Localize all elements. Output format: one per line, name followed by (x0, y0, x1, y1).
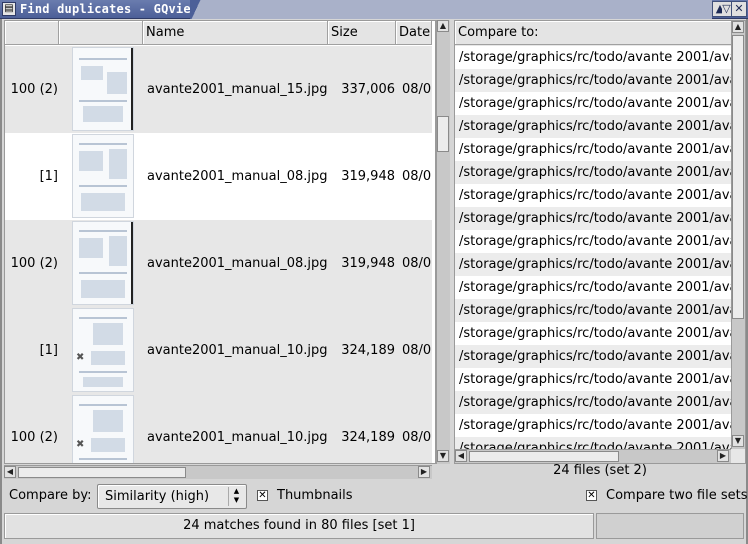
list-item[interactable]: /storage/graphics/rc/todo/avante 2001/av… (455, 345, 731, 368)
rank-cell: 100 (2) (10, 256, 58, 271)
rank-cell: [1] (39, 169, 58, 184)
progress-area (596, 513, 744, 539)
scroll-right-icon[interactable]: ▶ (717, 450, 729, 462)
size-cell: 319,948 (341, 256, 395, 271)
title-bar[interactable]: ▤ Find duplicates - GQview ▲ ▽ ✕ (0, 0, 748, 19)
column-header-date[interactable]: Date (396, 21, 432, 45)
list-item[interactable]: /storage/graphics/rc/todo/avante 2001/av… (455, 322, 731, 345)
scroll-down-icon[interactable]: ▼ (732, 435, 744, 447)
window-title: Find duplicates - GQview (20, 2, 199, 16)
scroll-right-icon[interactable]: ▶ (418, 466, 430, 478)
rank-cell: 100 (2) (10, 430, 58, 445)
list-item[interactable]: /storage/graphics/rc/todo/avante 2001/av… (455, 437, 731, 449)
list-item[interactable]: /storage/graphics/rc/todo/avante 2001/av… (455, 184, 731, 207)
scroll-thumb[interactable] (732, 35, 744, 319)
column-header-name[interactable]: Name (143, 21, 328, 45)
filename-cell: avante2001_manual_10.jpg (147, 343, 327, 358)
list-item[interactable]: /storage/graphics/rc/todo/avante 2001/av… (455, 138, 731, 161)
duplicates-list[interactable]: Name Size Date 100 (2) avante2001_manual… (4, 20, 436, 464)
scroll-up-icon[interactable]: ▲ (437, 20, 449, 32)
close-icon[interactable]: ✕ (731, 1, 747, 17)
list-item[interactable]: /storage/graphics/rc/todo/avante 2001/av… (455, 299, 731, 322)
right-vertical-scrollbar[interactable]: ▲ ▼ (731, 21, 745, 449)
title-bar-fill (202, 0, 712, 19)
date-cell: 08/0( (402, 343, 432, 358)
date-cell: 08/0( (402, 169, 432, 184)
rank-cell: 100 (2) (10, 82, 58, 97)
right-horizontal-scrollbar[interactable]: ◀ ▶ (455, 449, 731, 463)
scroll-thumb[interactable] (437, 116, 449, 152)
table-row[interactable]: 100 (2) ✖ avante2001_manual_10.jpg 324,1… (5, 394, 432, 463)
list-item[interactable]: /storage/graphics/rc/todo/avante 2001/av… (455, 414, 731, 437)
spin-arrows-icon[interactable]: ▲ ▼ (228, 487, 244, 506)
compare-by-value: Similarity (high) (105, 489, 210, 504)
list-item[interactable]: /storage/graphics/rc/todo/avante 2001/av… (455, 46, 731, 69)
size-cell: 324,189 (341, 430, 395, 445)
compare-by-select[interactable]: Similarity (high) ▲ ▼ (97, 484, 247, 509)
list-item[interactable]: /storage/graphics/rc/todo/avante 2001/av… (455, 276, 731, 299)
thumbnail: ✖ (72, 307, 134, 394)
date-cell: 08/0( (402, 82, 432, 97)
scroll-thumb[interactable] (18, 467, 186, 478)
table-row[interactable]: 100 (2) avante2001_manual_15.jpg 337,006… (5, 46, 432, 133)
window-menu-icon[interactable]: ▤ (2, 2, 16, 16)
scroll-left-icon[interactable]: ◀ (455, 450, 467, 462)
thumbnail (72, 46, 134, 133)
x-mark-icon: ✖ (76, 352, 85, 363)
column-header-rank[interactable] (5, 21, 59, 45)
left-horizontal-scrollbar[interactable]: ◀ ▶ (4, 465, 432, 479)
column-header-size[interactable]: Size (328, 21, 396, 45)
filename-cell: avante2001_manual_08.jpg (147, 256, 327, 271)
list-item[interactable]: /storage/graphics/rc/todo/avante 2001/av… (455, 207, 731, 230)
filename-cell: avante2001_manual_08.jpg (147, 169, 327, 184)
column-header-thumb[interactable] (59, 21, 143, 45)
filename-cell: avante2001_manual_15.jpg (147, 82, 327, 97)
size-cell: 324,189 (341, 343, 395, 358)
title-tab-edge (190, 0, 202, 19)
list-item[interactable]: /storage/graphics/rc/todo/avante 2001/av… (455, 161, 731, 184)
compare-rows: /storage/graphics/rc/todo/avante 2001/av… (455, 46, 731, 449)
compare-header[interactable]: Compare to: (455, 21, 731, 45)
list-item[interactable]: /storage/graphics/rc/todo/avante 2001/av… (455, 230, 731, 253)
list-item[interactable]: /storage/graphics/rc/todo/avante 2001/av… (455, 92, 731, 115)
list-item[interactable]: /storage/graphics/rc/todo/avante 2001/av… (455, 253, 731, 276)
list-item[interactable]: /storage/graphics/rc/todo/avante 2001/av… (455, 69, 731, 92)
filename-cell: avante2001_manual_10.jpg (147, 430, 327, 445)
scroll-up-icon[interactable]: ▲ (732, 21, 744, 33)
thumbnail (72, 220, 134, 307)
date-cell: 08/0( (402, 256, 432, 271)
left-vertical-scrollbar[interactable]: ▲ ▼ (436, 20, 450, 464)
table-row[interactable]: [1] avante2001_manual_08.jpg 319,948 08/… (5, 133, 432, 220)
duplicates-rows: 100 (2) avante2001_manual_15.jpg 337,006… (5, 46, 432, 463)
date-cell: 08/0( (402, 430, 432, 445)
list-item[interactable]: /storage/graphics/rc/todo/avante 2001/av… (455, 368, 731, 391)
size-cell: 319,948 (341, 169, 395, 184)
x-mark-icon: ✖ (76, 439, 85, 450)
compare-two-sets-checkbox[interactable]: ✕ (586, 490, 597, 501)
thumbnails-checkbox[interactable]: ✕ (257, 490, 268, 501)
status-text: 24 matches found in 80 files [set 1] (4, 513, 594, 539)
rank-cell: [1] (39, 343, 58, 358)
table-row[interactable]: [1] ✖ avante2001_manual_10.jpg 324,189 0… (5, 307, 432, 394)
thumbnail (72, 133, 134, 220)
list-item[interactable]: /storage/graphics/rc/todo/avante 2001/av… (455, 391, 731, 414)
compare-list[interactable]: Compare to: /storage/graphics/rc/todo/av… (454, 20, 746, 464)
list-item[interactable]: /storage/graphics/rc/todo/avante 2001/av… (455, 115, 731, 138)
scroll-thumb[interactable] (469, 451, 619, 462)
compare-file-count: 24 files (set 2) (553, 463, 647, 478)
compare-by-label: Compare by: (9, 488, 92, 503)
scroll-left-icon[interactable]: ◀ (4, 466, 16, 478)
thumbnails-label[interactable]: Thumbnails (277, 488, 353, 504)
table-row[interactable]: 100 (2) avante2001_manual_08.jpg 319,948… (5, 220, 432, 307)
compare-two-sets-label[interactable]: Compare two file sets (606, 488, 748, 504)
thumbnail: ✖ (72, 394, 134, 463)
scroll-down-icon[interactable]: ▼ (437, 450, 449, 462)
size-cell: 337,006 (341, 82, 395, 97)
